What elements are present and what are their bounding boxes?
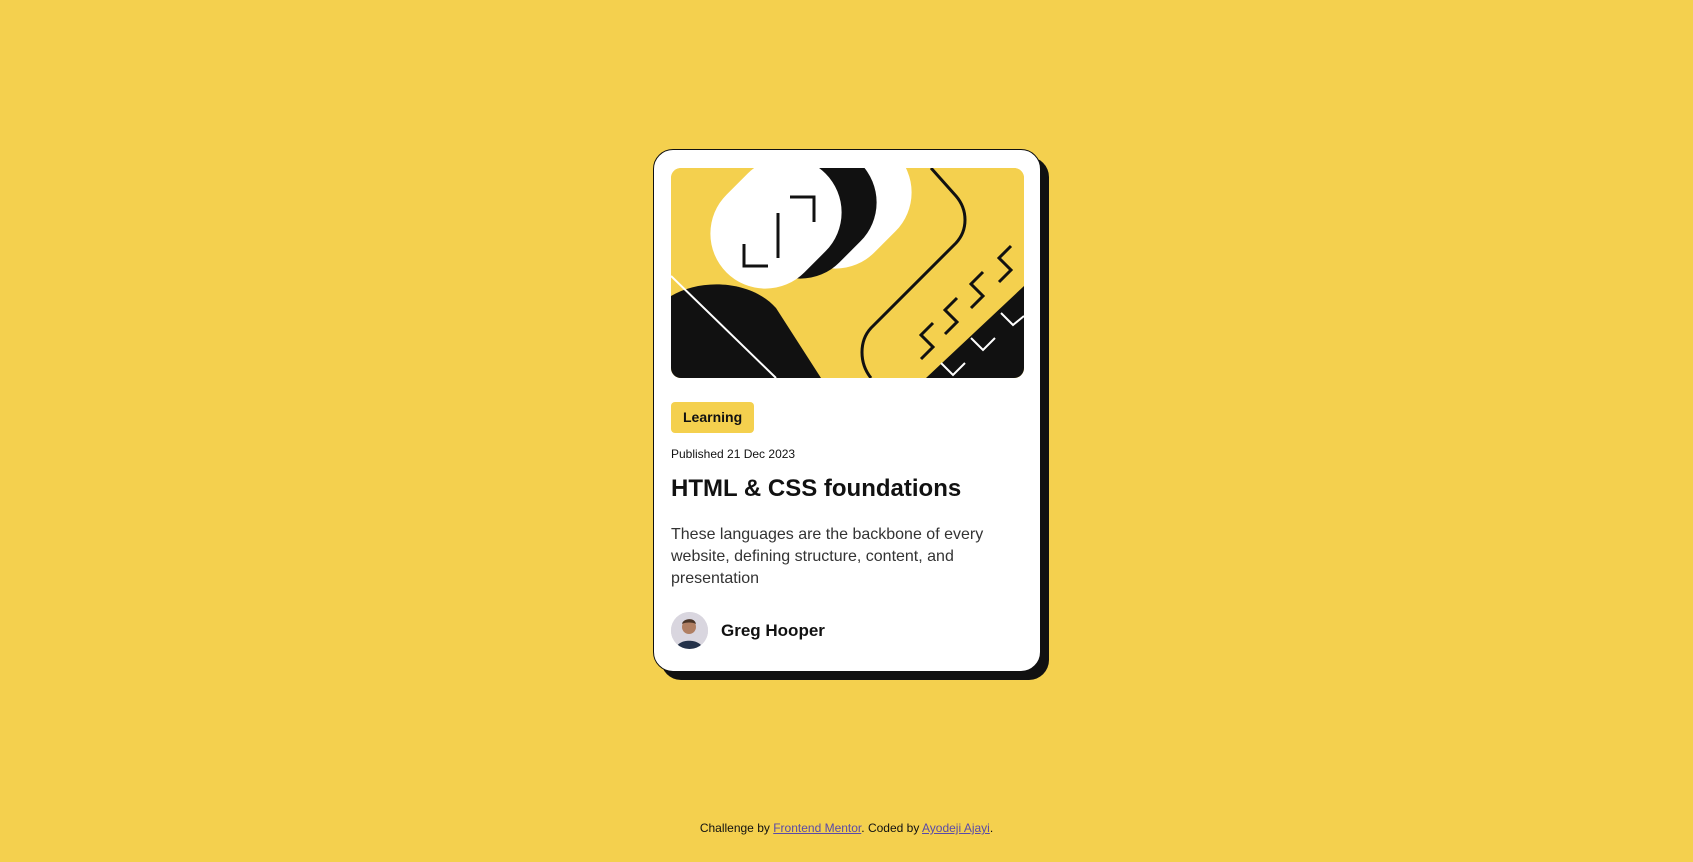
avatar [671,612,708,649]
card-title[interactable]: HTML & CSS foundations [671,475,961,503]
card-description: These languages are the backbone of ever… [671,526,984,587]
attribution-middle: . Coded by [861,821,920,835]
blog-preview-card: Learning Published 21 Dec 2023 HTML & CS… [653,149,1041,672]
attribution-prefix: Challenge by [699,821,770,835]
card-illustration [671,168,1024,378]
category-tag: Learning [671,402,755,433]
published-date: Published 21 Dec 2023 [671,447,796,461]
frontend-mentor-link[interactable]: Frontend Mentor [773,821,861,835]
attribution: Challenge by Frontend Mentor. Coded by A… [0,821,1693,835]
avatar-image [671,612,708,649]
illustration-graphic [671,168,1024,378]
author: Greg Hooper [671,612,825,649]
author-name: Greg Hooper [721,620,825,640]
attribution-suffix: . [989,821,994,835]
author-link[interactable]: Ayodeji Ajayi [922,821,990,835]
